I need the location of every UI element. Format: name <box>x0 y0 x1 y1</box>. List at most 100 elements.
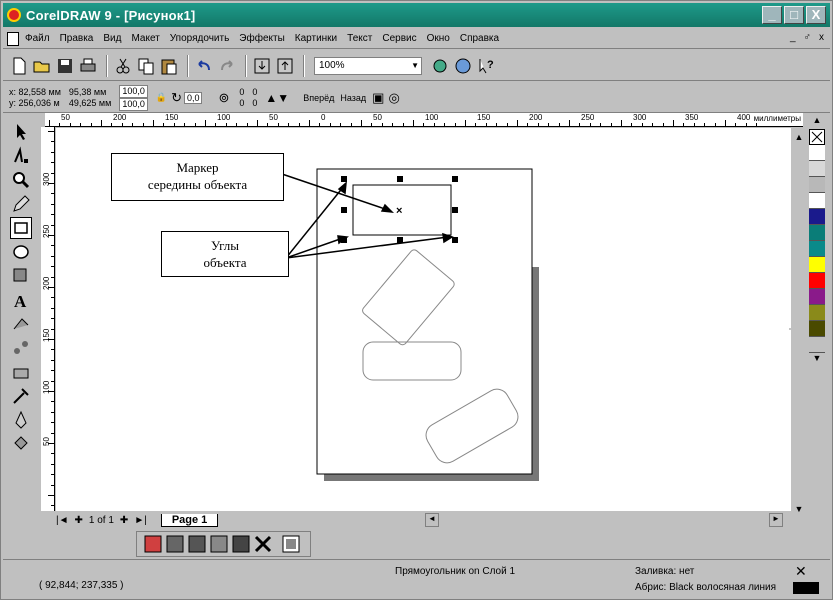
scroll-up-arrow-icon[interactable]: ▲ <box>793 132 805 144</box>
no-fill-button[interactable] <box>253 534 273 554</box>
fill-color-button[interactable] <box>143 534 163 554</box>
palette-swatch[interactable] <box>809 209 825 225</box>
scroll-right-arrow-icon[interactable]: ► <box>769 513 783 527</box>
export-button[interactable] <box>275 56 295 76</box>
y-position-field[interactable]: y: 256,036 м <box>9 98 61 109</box>
horizontal-ruler[interactable]: миллиметры 50 200 150 100 50 0 50 100 150 200 250 3… <box>45 113 803 127</box>
postscript-fill-button[interactable] <box>231 534 251 554</box>
menu-arrange[interactable]: Упорядочить <box>170 33 230 44</box>
redo-button[interactable] <box>217 56 237 76</box>
scale-y-field[interactable]: 100,0 <box>119 97 148 111</box>
rectangle-tool[interactable] <box>10 217 32 239</box>
palette-swatch[interactable] <box>809 257 825 273</box>
fountain-fill-button[interactable] <box>165 534 185 554</box>
handle-middle-left[interactable] <box>341 207 347 213</box>
doc-minimize-button[interactable]: _ <box>790 32 796 43</box>
outline-color-swatch[interactable] <box>793 582 819 594</box>
ellipse-tool[interactable] <box>10 241 32 263</box>
paste-button[interactable] <box>159 56 179 76</box>
first-page-icon[interactable]: |◄ <box>56 515 69 526</box>
round-corners-lock-icon[interactable]: ▲▼ <box>265 91 289 105</box>
convert-to-curves-icon[interactable]: ▣ <box>372 90 384 106</box>
to-front-button[interactable]: Вперёд <box>303 93 334 103</box>
close-button[interactable]: X <box>806 6 826 24</box>
handle-bottom-middle[interactable] <box>397 237 403 243</box>
handle-top-left[interactable] <box>341 176 347 182</box>
palette-swatch[interactable] <box>809 289 825 305</box>
add-page-before-icon[interactable]: ✚ <box>75 515 83 526</box>
palette-swatch[interactable] <box>809 273 825 289</box>
palette-swatch[interactable] <box>809 241 825 257</box>
interactive-fill-tool[interactable] <box>10 313 32 335</box>
handle-top-right[interactable] <box>452 176 458 182</box>
save-button[interactable] <box>55 56 75 76</box>
copy-button[interactable] <box>136 56 156 76</box>
undo-button[interactable] <box>194 56 214 76</box>
freehand-tool[interactable] <box>10 193 32 215</box>
rotation-field[interactable]: 0,0 <box>183 91 203 104</box>
palette-swatch[interactable] <box>809 177 825 193</box>
handle-top-middle[interactable] <box>397 176 403 182</box>
add-page-after-icon[interactable]: ✚ <box>120 515 128 526</box>
height-field[interactable]: 49,625 мм <box>69 98 111 109</box>
whats-this-button[interactable]: ? <box>476 56 496 76</box>
application-launcher-button[interactable] <box>430 56 450 76</box>
interactive-blend-tool[interactable] <box>10 337 32 359</box>
corner-bottom-right-field[interactable]: 0 <box>252 98 257 109</box>
new-file-button[interactable] <box>9 56 29 76</box>
x-position-field[interactable]: x: 82,558 мм <box>9 87 61 98</box>
mirror-icon[interactable]: ⊚ <box>218 90 229 106</box>
palette-scroll-up-icon[interactable]: ▲ <box>809 115 825 129</box>
doc-close-button[interactable]: x <box>819 32 824 43</box>
scroll-down-arrow-icon[interactable]: ▼ <box>793 504 805 516</box>
doc-restore-button[interactable]: ♂ <box>804 32 812 43</box>
menu-bitmaps[interactable]: Картинки <box>295 33 337 44</box>
handle-middle-right[interactable] <box>452 207 458 213</box>
palette-swatch[interactable] <box>809 161 825 177</box>
import-button[interactable] <box>252 56 272 76</box>
corel-online-button[interactable] <box>453 56 473 76</box>
pattern-fill-button[interactable] <box>187 534 207 554</box>
zoom-tool[interactable] <box>10 169 32 191</box>
horizontal-scrollbar[interactable]: ◄ ► <box>421 513 791 527</box>
cut-button[interactable] <box>113 56 133 76</box>
palette-swatch[interactable] <box>809 305 825 321</box>
no-fill-indicator-icon[interactable]: ✕ <box>795 563 807 580</box>
menu-edit[interactable]: Правка <box>60 33 94 44</box>
corner-top-right-field[interactable]: 0 <box>252 87 257 98</box>
corner-bottom-left-field[interactable]: 0 <box>239 98 244 109</box>
polygon-tool[interactable] <box>10 265 32 287</box>
shape-tool[interactable] <box>10 145 32 167</box>
app-icon[interactable] <box>7 8 21 22</box>
document-icon[interactable] <box>7 31 19 46</box>
maximize-button[interactable]: □ <box>784 6 804 24</box>
lock-ratio-icon[interactable]: 🔒 <box>156 92 167 103</box>
text-tool[interactable]: A <box>10 289 32 311</box>
menu-text[interactable]: Текст <box>347 33 372 44</box>
color-docker-button[interactable] <box>281 534 301 554</box>
menu-help[interactable]: Справка <box>460 33 499 44</box>
fill-tool[interactable] <box>10 433 32 455</box>
wrap-text-icon[interactable]: ◎ <box>388 90 399 106</box>
palette-swatch[interactable] <box>809 337 825 353</box>
scroll-left-arrow-icon[interactable]: ◄ <box>425 513 439 527</box>
palette-scroll-down-icon[interactable]: ▼ <box>809 353 825 367</box>
menu-window[interactable]: Окно <box>427 33 450 44</box>
pick-tool[interactable] <box>10 121 32 143</box>
eyedropper-tool[interactable] <box>10 385 32 407</box>
scale-x-field[interactable]: 100,0 <box>119 84 148 98</box>
page-tab[interactable]: Page 1 <box>160 513 219 527</box>
to-back-button[interactable]: Назад <box>340 93 366 103</box>
palette-swatch[interactable] <box>809 193 825 209</box>
outline-tool[interactable] <box>10 409 32 431</box>
print-button[interactable] <box>78 56 98 76</box>
vertical-scrollbar[interactable]: ▲ ▼ <box>791 128 807 520</box>
handle-bottom-right[interactable] <box>452 237 458 243</box>
menu-effects[interactable]: Эффекты <box>239 33 284 44</box>
palette-swatch[interactable] <box>809 145 825 161</box>
title-bar[interactable]: CorelDRAW 9 - [Рисунок1] _ □ X <box>3 3 830 27</box>
minimize-button[interactable]: _ <box>762 6 782 24</box>
open-button[interactable] <box>32 56 52 76</box>
vertical-ruler[interactable]: 300 250 200 150 100 50 <box>41 127 55 511</box>
menu-file[interactable]: Файл <box>25 33 50 44</box>
